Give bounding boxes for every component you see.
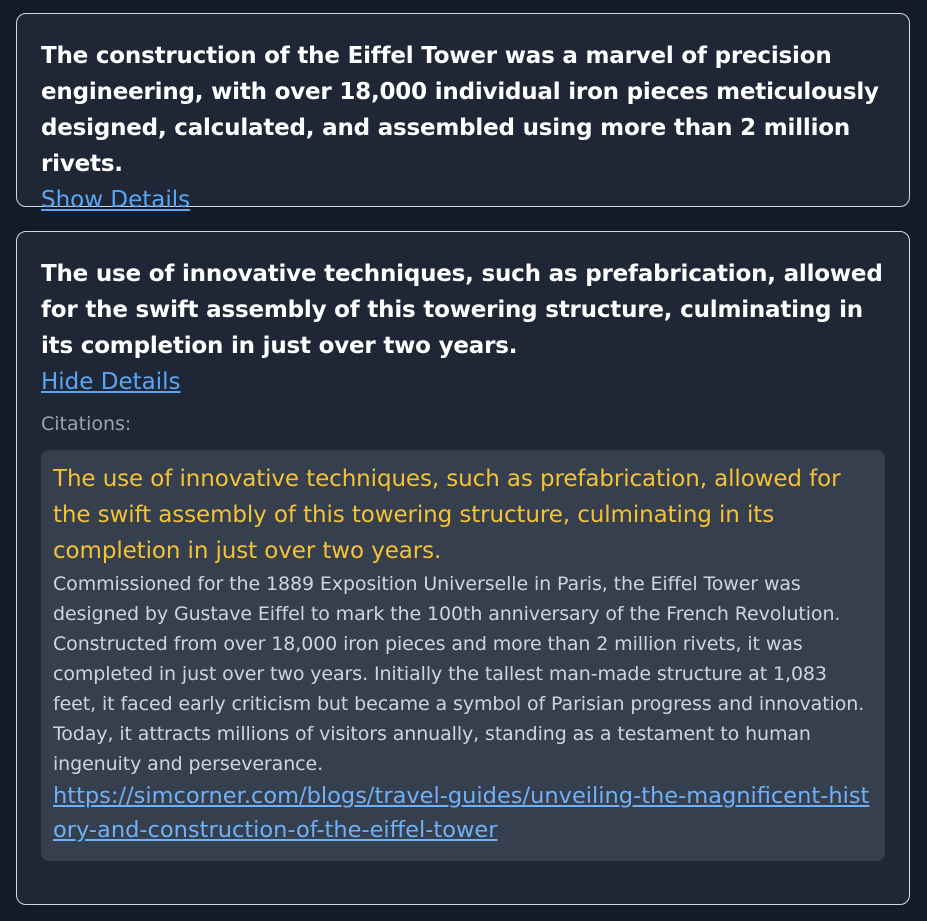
citations-label: Citations: bbox=[41, 413, 132, 435]
hide-details-link[interactable]: Hide Details bbox=[41, 364, 180, 400]
claim-text: The construction of the Eiffel Tower was… bbox=[41, 43, 879, 177]
citation-quote: The use of innovative techniques, such a… bbox=[53, 466, 841, 564]
claim-card-1: The construction of the Eiffel Tower was… bbox=[16, 13, 910, 213]
citation-box: The use of innovative techniques, such a… bbox=[41, 450, 885, 861]
citation-source-text: Commissioned for the 1889 Exposition Uni… bbox=[53, 573, 865, 775]
claim-text: The use of innovative techniques, such a… bbox=[41, 261, 883, 359]
citation-url-link[interactable]: https://simcorner.com/blogs/travel-guide… bbox=[53, 779, 873, 847]
show-details-link[interactable]: Show Details bbox=[41, 182, 190, 218]
claim-card-2: The use of innovative techniques, such a… bbox=[16, 231, 910, 905]
